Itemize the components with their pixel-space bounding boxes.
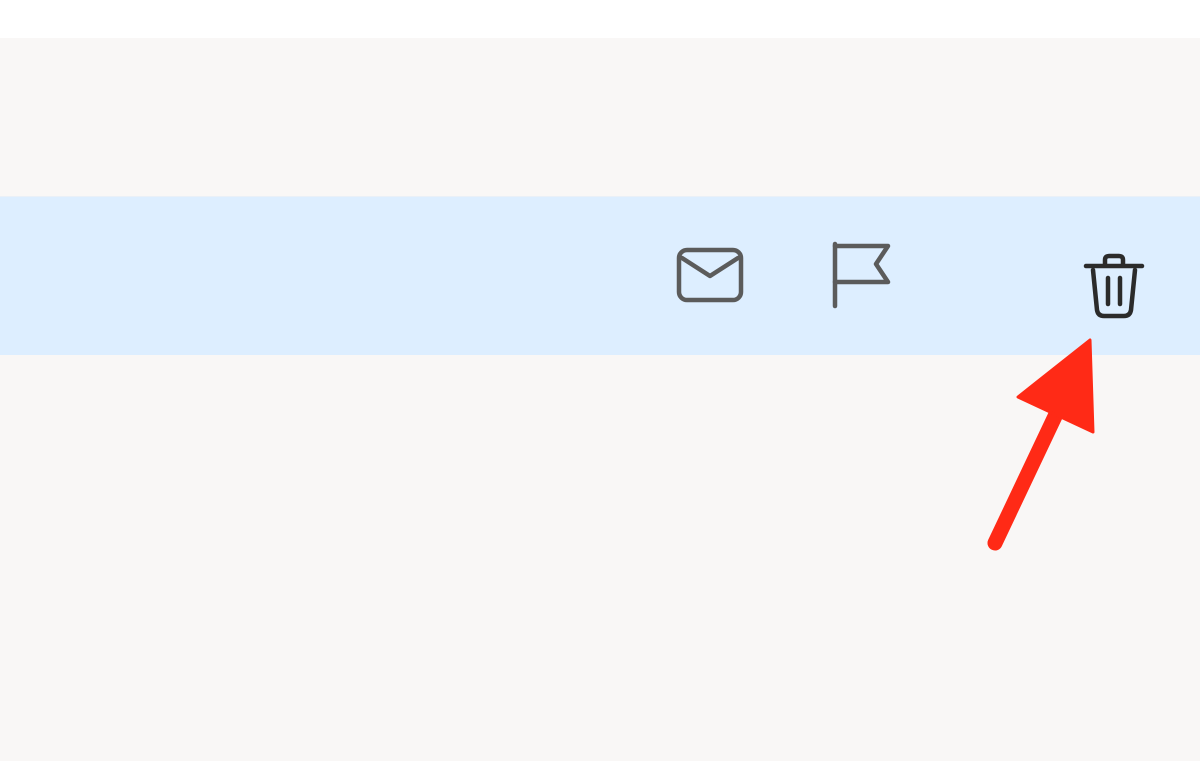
flag-icon [832, 241, 891, 309]
trash-icon [1083, 253, 1145, 319]
top-strip [0, 0, 1200, 38]
flag-button[interactable] [826, 238, 896, 312]
message-row-selected[interactable] [0, 196, 1200, 355]
mark-read-button[interactable] [672, 242, 748, 308]
delete-button[interactable] [1080, 252, 1148, 322]
envelope-icon [676, 247, 744, 303]
message-list-pane [0, 38, 1200, 761]
